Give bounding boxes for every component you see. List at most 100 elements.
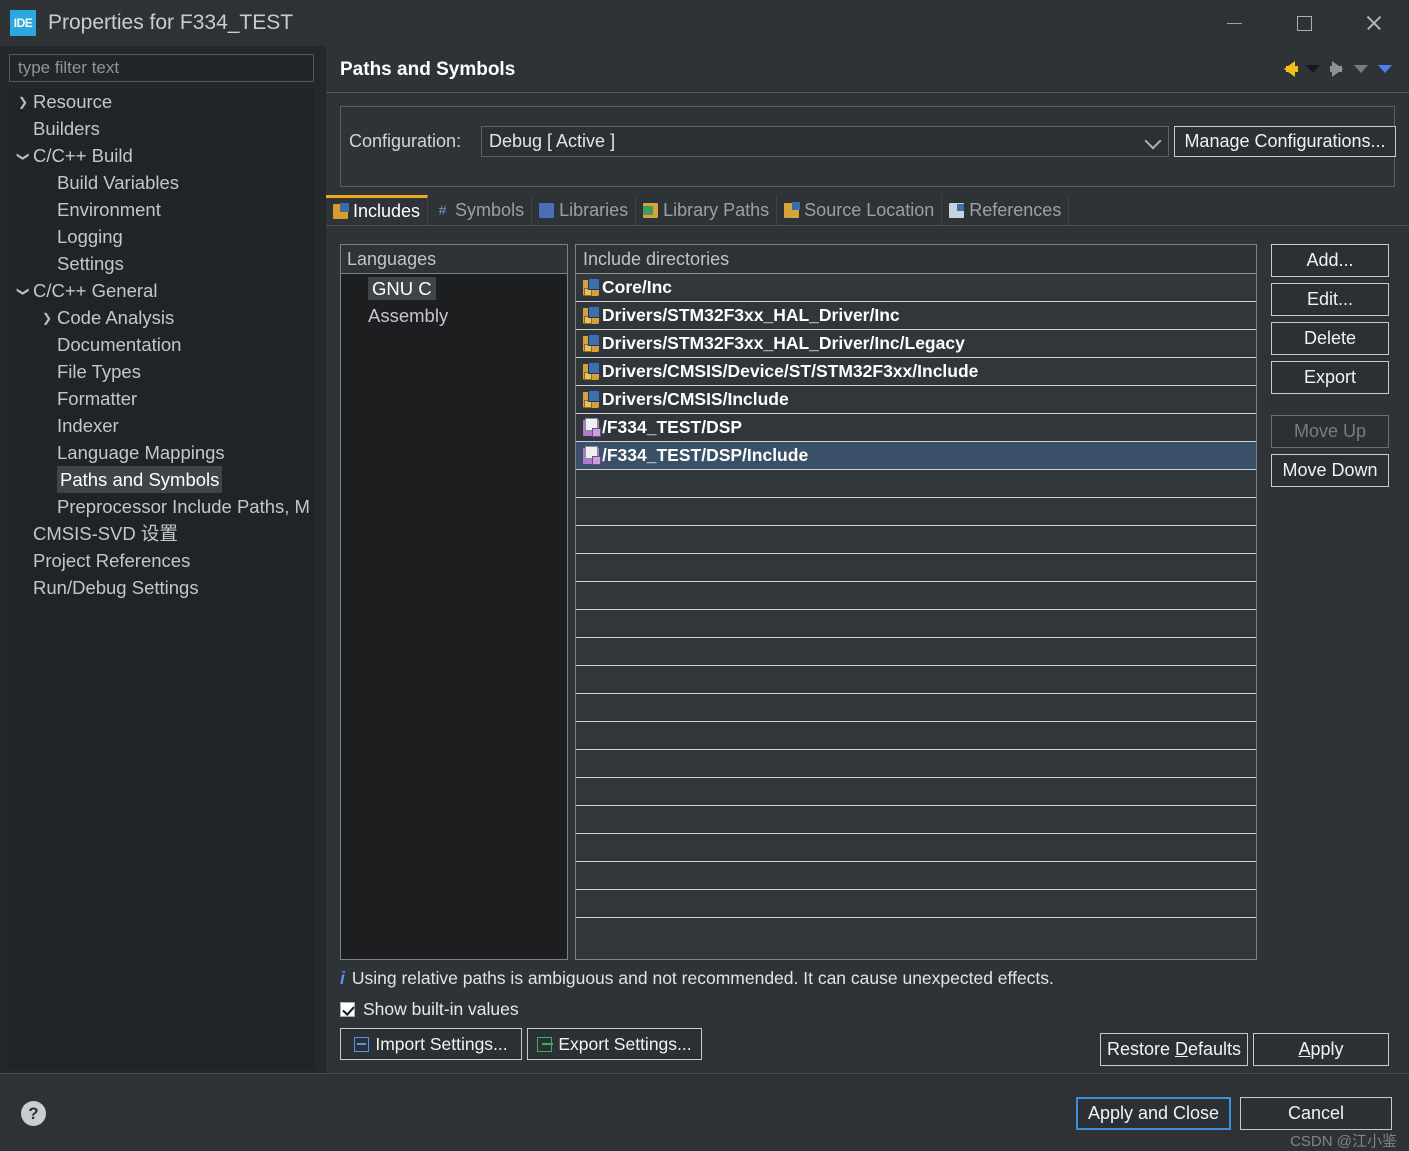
sidebar-item-label: Environment <box>57 199 161 220</box>
include-directory-row[interactable]: Drivers/STM32F3xx_HAL_Driver/Inc/Legacy <box>576 330 1256 358</box>
tab-source-location[interactable]: Source Location <box>777 195 943 225</box>
sidebar-item-c-c-general[interactable]: C/C++ General <box>9 277 314 304</box>
info-icon: i <box>340 968 345 988</box>
source-location-icon <box>784 201 801 218</box>
chevron-down-icon[interactable] <box>9 277 37 304</box>
include-directory-empty-row[interactable] <box>576 750 1256 778</box>
forward-history-button[interactable] <box>1349 56 1373 82</box>
sidebar-item-builders[interactable]: Builders <box>9 115 314 142</box>
include-directory-path: /F334_TEST/DSP/Include <box>602 445 809 465</box>
minimize-button[interactable] <box>1199 0 1269 46</box>
include-directory-path: Drivers/STM32F3xx_HAL_Driver/Inc/Legacy <box>602 333 965 353</box>
include-directory-empty-row[interactable] <box>576 610 1256 638</box>
include-directory-empty-row[interactable] <box>576 526 1256 554</box>
sidebar-item-file-types[interactable]: File Types <box>9 358 314 385</box>
include-directory-empty-row[interactable] <box>576 722 1256 750</box>
export-settings-button[interactable]: Export Settings... <box>527 1028 702 1060</box>
maximize-button[interactable] <box>1269 0 1339 46</box>
library-paths-icon <box>643 202 659 218</box>
sidebar-item-project-references[interactable]: Project References <box>9 547 314 574</box>
back-history-button[interactable] <box>1301 56 1325 82</box>
sidebar-item-settings[interactable]: Settings <box>9 250 314 277</box>
include-directory-row[interactable]: Drivers/CMSIS/Include <box>576 386 1256 414</box>
import-icon <box>354 1036 370 1052</box>
sidebar-item-build-variables[interactable]: Build Variables <box>9 169 314 196</box>
include-directory-empty-row[interactable] <box>576 806 1256 834</box>
sidebar-item-label: Build Variables <box>57 172 180 193</box>
include-directory-empty-row[interactable] <box>576 890 1256 918</box>
include-directory-empty-row[interactable] <box>576 666 1256 694</box>
view-menu-icon <box>1378 65 1392 73</box>
sidebar-item-run-debug-settings[interactable]: Run/Debug Settings <box>9 574 314 601</box>
sidebar-item-paths-and-symbols[interactable]: Paths and Symbols <box>9 466 314 493</box>
back-arrow-icon <box>1283 61 1298 77</box>
chevron-right-icon[interactable] <box>33 304 61 331</box>
import-settings-button[interactable]: Import Settings... <box>340 1028 522 1060</box>
include-directory-empty-row[interactable] <box>576 862 1256 890</box>
sidebar-item-documentation[interactable]: Documentation <box>9 331 314 358</box>
settings-sidebar: Resource Builders C/C++ Build Build Variabl… <box>0 46 326 1073</box>
sidebar-item-c-c-build[interactable]: C/C++ Build <box>9 142 314 169</box>
configuration-select[interactable]: Debug [ Active ] <box>481 126 1169 157</box>
include-directory-empty-row[interactable] <box>576 470 1256 498</box>
include-directory-empty-row[interactable] <box>576 694 1256 722</box>
include-directories-list[interactable]: Core/Inc Drivers/STM32F3xx_HAL_Driver/Inc… <box>576 274 1256 918</box>
manage-configurations-button[interactable]: Manage Configurations... <box>1174 126 1396 157</box>
include-directory-row[interactable]: /F334_TEST/DSP/Include <box>576 442 1256 470</box>
view-menu-button[interactable] <box>1373 56 1397 82</box>
include-directory-row[interactable]: Core/Inc <box>576 274 1256 302</box>
sidebar-item-logging[interactable]: Logging <box>9 223 314 250</box>
show-builtin-values-checkbox[interactable]: Show built-in values <box>340 999 519 1020</box>
include-directory-empty-row[interactable] <box>576 498 1256 526</box>
tab-symbols[interactable]: # Symbols <box>428 195 533 225</box>
include-directory-empty-row[interactable] <box>576 778 1256 806</box>
language-item-gnu-c[interactable]: GNU C <box>368 275 567 302</box>
delete-button[interactable]: Delete <box>1271 322 1389 355</box>
sidebar-item-formatter[interactable]: Formatter <box>9 385 314 412</box>
close-button[interactable] <box>1339 0 1409 46</box>
include-directories-header: Include directories <box>576 245 1256 274</box>
sidebar-item-code-analysis[interactable]: Code Analysis <box>9 304 314 331</box>
sidebar-item-label: Paths and Symbols <box>57 466 223 493</box>
filter-input[interactable] <box>9 54 314 82</box>
sidebar-item-language-mappings[interactable]: Language Mappings <box>9 439 314 466</box>
include-directory-row[interactable]: /F334_TEST/DSP <box>576 414 1256 442</box>
include-directory-empty-row[interactable] <box>576 834 1256 862</box>
include-directory-empty-row[interactable] <box>576 554 1256 582</box>
window-title: Properties for F334_TEST <box>48 11 294 34</box>
chevron-right-icon[interactable] <box>9 88 37 115</box>
move-down-button[interactable]: Move Down <box>1271 454 1389 487</box>
sidebar-item-preprocessor-include-paths-m[interactable]: Preprocessor Include Paths, M <box>9 493 314 520</box>
help-icon[interactable]: ? <box>21 1101 46 1126</box>
tab-library-paths[interactable]: Library Paths <box>636 195 778 225</box>
tab-references[interactable]: References <box>942 195 1070 225</box>
cancel-button[interactable]: Cancel <box>1240 1097 1392 1130</box>
restore-defaults-button[interactable]: Restore Defaults <box>1100 1033 1248 1066</box>
note-text: Using relative paths is ambiguous and no… <box>351 968 1054 988</box>
sidebar-item-cmsis-svd[interactable]: CMSIS-SVD 设置 <box>9 520 314 547</box>
include-directory-empty-row[interactable] <box>576 638 1256 666</box>
back-button[interactable] <box>1277 56 1301 82</box>
include-directory-empty-row[interactable] <box>576 582 1256 610</box>
apply-and-close-button[interactable]: Apply and Close <box>1076 1097 1231 1130</box>
tab-libraries[interactable]: Libraries <box>532 195 637 225</box>
language-item-assembly[interactable]: Assembly <box>368 302 567 329</box>
sidebar-item-indexer[interactable]: Indexer <box>9 412 314 439</box>
export-button[interactable]: Export <box>1271 361 1389 394</box>
restore-mnemonic: D <box>1174 1039 1188 1059</box>
include-directory-row[interactable]: Drivers/CMSIS/Device/ST/STM32F3xx/Includ… <box>576 358 1256 386</box>
checkbox-icon <box>340 1002 355 1017</box>
languages-list[interactable]: GNU C Assembly <box>341 275 567 329</box>
move-up-button[interactable]: Move Up <box>1271 415 1389 448</box>
forward-button[interactable] <box>1325 56 1349 82</box>
chevron-down-icon[interactable] <box>9 142 37 169</box>
settings-tree[interactable]: Resource Builders C/C++ Build Build Variabl… <box>9 88 314 1070</box>
tab-includes[interactable]: Includes <box>326 195 429 225</box>
edit-button[interactable]: Edit... <box>1271 283 1389 316</box>
sidebar-item-label: C/C++ General <box>33 280 158 301</box>
sidebar-item-environment[interactable]: Environment <box>9 196 314 223</box>
sidebar-item-resource[interactable]: Resource <box>9 88 314 115</box>
add-button[interactable]: Add... <box>1271 244 1389 277</box>
chevron-down-icon <box>1144 132 1162 150</box>
include-directory-row[interactable]: Drivers/STM32F3xx_HAL_Driver/Inc <box>576 302 1256 330</box>
